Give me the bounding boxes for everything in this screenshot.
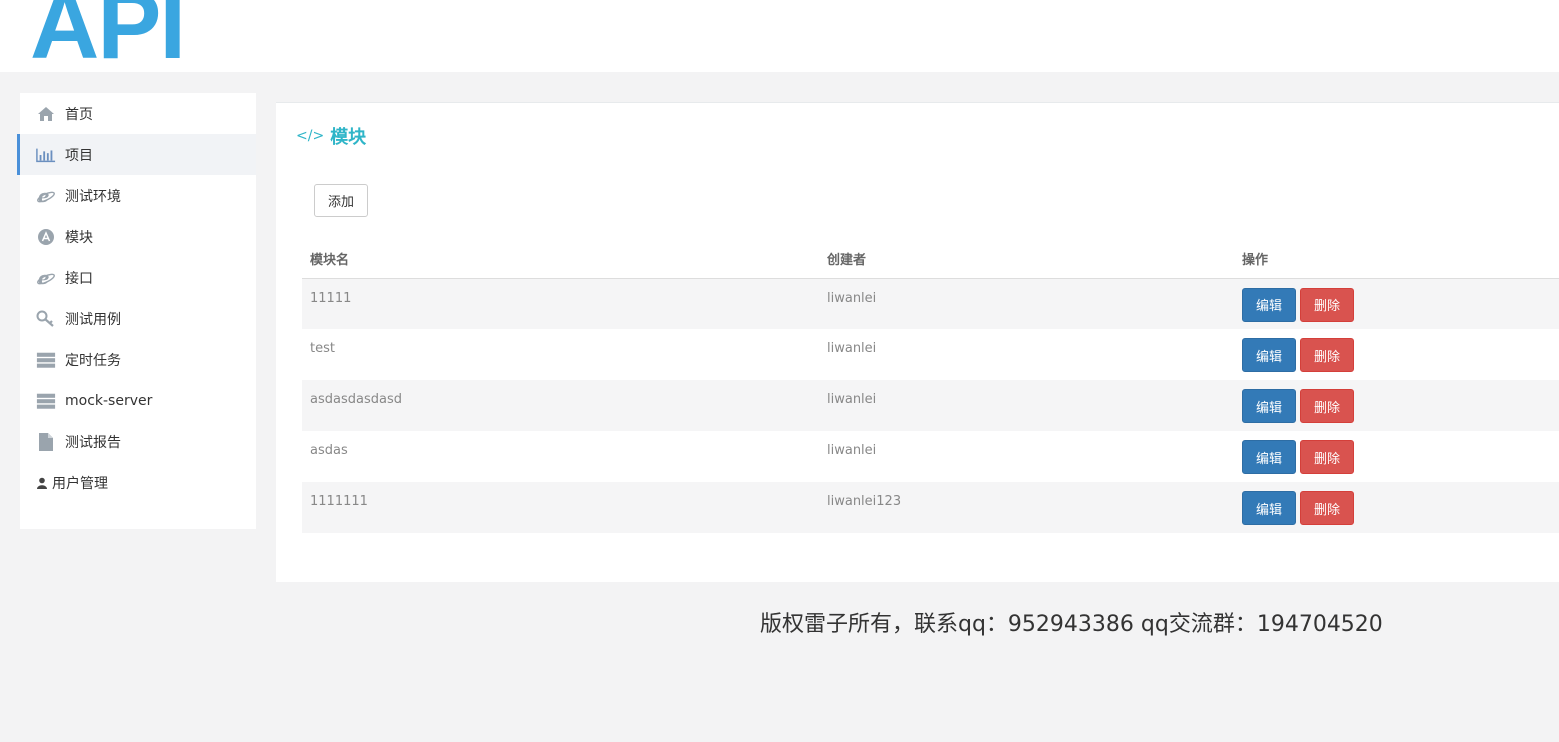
copyright-footer: 版权雷子所有，联系qq：952943386 qq交流群：194704520 [760, 612, 1383, 637]
sidebar-item-label: 模块 [65, 229, 93, 246]
column-header-creator: 创建者 [819, 240, 1234, 279]
cell-actions: 编辑 删除 [1234, 482, 1559, 533]
sidebar-item-label: mock-server [65, 392, 153, 409]
delete-button[interactable]: 删除 [1300, 287, 1354, 322]
table-row: test liwanlei 编辑 删除 [302, 329, 1559, 380]
edit-button[interactable]: 编辑 [1242, 338, 1296, 372]
sidebar-item-label: 接口 [65, 270, 93, 287]
home-icon [36, 105, 56, 123]
table-row: 1111111 liwanlei123 编辑 删除 [302, 482, 1559, 533]
sidebar-item-label: 用户管理 [52, 475, 108, 492]
cell-actions: 编辑 删除 [1234, 329, 1559, 380]
delete-button[interactable]: 删除 [1300, 491, 1354, 525]
sidebar-item-label: 首页 [65, 106, 93, 123]
server-icon [36, 392, 56, 410]
ie-icon: e [36, 269, 56, 287]
sidebar-item-scheduled-task[interactable]: 定时任务 [20, 339, 256, 380]
sidebar-item-test-case[interactable]: 测试用例 [20, 298, 256, 339]
cell-creator: liwanlei [819, 380, 1234, 431]
sidebar-item-label: 定时任务 [65, 352, 121, 369]
sidebar-item-label: 测试报告 [65, 434, 121, 451]
sidebar-item-user-management[interactable]: 用户管理 [20, 462, 256, 503]
table-row: asdasdasdasd liwanlei 编辑 删除 [302, 380, 1559, 431]
sidebar-item-label: 项目 [65, 147, 93, 164]
cell-creator: liwanlei [819, 278, 1234, 329]
sidebar-item-interface[interactable]: e 接口 [20, 257, 256, 298]
sidebar: 首页 项目 e 测试环境 模块 e 接口 测试用例 定时任务 mock-serv… [17, 93, 256, 529]
cell-module-name: 1111111 [302, 482, 819, 533]
cell-actions: 编辑 删除 [1234, 431, 1559, 482]
sidebar-item-home[interactable]: 首页 [20, 93, 256, 134]
cell-creator: liwanlei123 [819, 482, 1234, 533]
sidebar-item-label: 测试用例 [65, 311, 121, 328]
cell-module-name: asdasdasdasd [302, 380, 819, 431]
sidebar-item-project[interactable]: 项目 [17, 134, 256, 175]
app-store-icon [36, 228, 56, 246]
sidebar-item-test-env[interactable]: e 测试环境 [20, 175, 256, 216]
server-icon [36, 351, 56, 369]
cell-module-name: asdas [310, 443, 348, 458]
cell-actions: 编辑 删除 [1234, 278, 1559, 329]
edit-button[interactable]: 编辑 [1242, 389, 1296, 423]
cell-module-name: 11111 [302, 278, 819, 329]
top-bar: API [0, 0, 1559, 79]
module-panel: </> 模块 添加 模块名 创建者 操作 11111 liwanlei 编辑 删除… [276, 102, 1559, 582]
column-header-name: 模块名 [302, 240, 819, 279]
user-icon [36, 474, 48, 492]
table-header-row: 模块名 创建者 操作 [302, 240, 1559, 279]
sidebar-item-label: 测试环境 [65, 188, 121, 205]
file-icon [36, 432, 56, 451]
table-row: asdas liwanlei 编辑 删除 [302, 431, 1559, 482]
table-row: 11111 liwanlei 编辑 删除 [302, 278, 1559, 329]
sidebar-item-mock-server[interactable]: mock-server [20, 380, 256, 421]
add-button[interactable]: 添加 [314, 184, 368, 217]
column-header-actions: 操作 [1234, 240, 1559, 279]
page-title-text: 模块 [330, 127, 367, 148]
key-icon [36, 310, 56, 328]
edit-button[interactable]: 编辑 [1242, 491, 1296, 525]
page-title: </> 模块 [296, 123, 366, 149]
delete-button[interactable]: 删除 [1300, 440, 1354, 474]
bar-chart-icon [36, 146, 56, 164]
delete-button[interactable]: 删除 [1300, 338, 1354, 372]
edit-button[interactable]: 编辑 [1242, 440, 1296, 474]
code-icon: </> [296, 128, 325, 144]
cell-actions: 编辑 删除 [1234, 380, 1559, 431]
cell-module-name: test [310, 341, 335, 356]
delete-button[interactable]: 删除 [1300, 389, 1354, 423]
sidebar-item-test-report[interactable]: 测试报告 [20, 421, 256, 462]
ie-icon: e [36, 187, 56, 205]
module-table: 模块名 创建者 操作 11111 liwanlei 编辑 删除 test liwa… [302, 240, 1559, 533]
cell-creator: liwanlei [827, 443, 877, 458]
edit-button[interactable]: 编辑 [1242, 287, 1296, 322]
logo: API [30, 0, 186, 79]
cell-creator: liwanlei [827, 341, 877, 356]
sidebar-item-module[interactable]: 模块 [20, 216, 256, 257]
